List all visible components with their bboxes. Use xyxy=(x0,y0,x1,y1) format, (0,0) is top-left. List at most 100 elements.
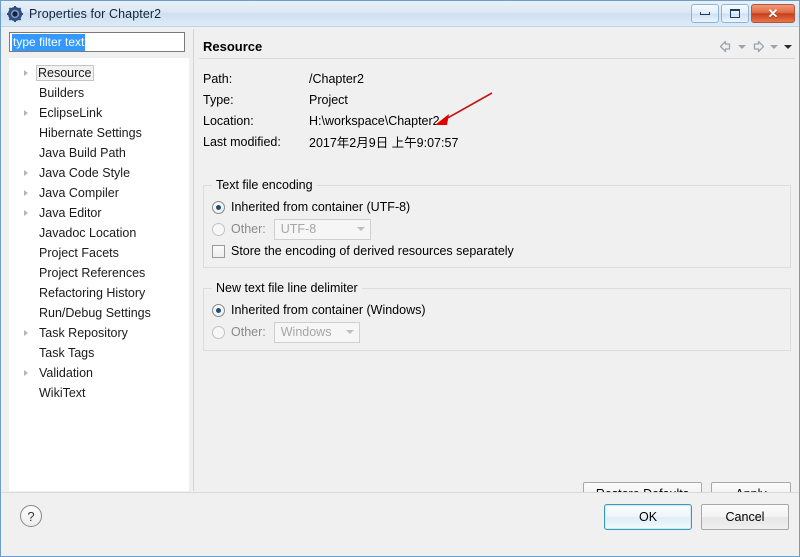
expand-triangle-icon[interactable] xyxy=(24,210,28,216)
resource-properties: Path: /Chapter2 Type: Project Location: H:\wo… xyxy=(203,68,458,152)
view-menu-chevron-down-icon[interactable] xyxy=(782,40,793,54)
tree-item-run-debug-settings[interactable]: Run/Debug Settings xyxy=(9,303,189,323)
encoding-inherited-radio[interactable] xyxy=(212,200,225,214)
tree-item-label: WikiText xyxy=(39,386,86,400)
tree-item-task-repository[interactable]: Task Repository xyxy=(9,323,189,343)
property-value: Project xyxy=(309,92,348,107)
property-label: Type: xyxy=(203,92,234,107)
text-file-encoding-legend: Text file encoding xyxy=(212,178,317,192)
pane-divider xyxy=(193,29,194,491)
tree-item-label: Builders xyxy=(39,86,85,100)
tree-item-project-references[interactable]: Project References xyxy=(9,263,189,283)
property-label: Path: xyxy=(203,71,233,86)
forward-arrow-icon[interactable] xyxy=(750,39,765,54)
delimiter-other-row[interactable]: Other: Windows xyxy=(212,321,790,343)
encoding-select-value: UTF-8 xyxy=(280,222,317,236)
store-derived-checkbox[interactable] xyxy=(212,244,225,258)
tree-item-java-editor[interactable]: Java Editor xyxy=(9,203,189,223)
maximize-button[interactable] xyxy=(721,4,749,23)
encoding-other-row[interactable]: Other: UTF-8 xyxy=(212,218,790,240)
tree-item-label: Java Code Style xyxy=(39,166,131,180)
filter-input-value: type filter text xyxy=(12,33,86,51)
expand-triangle-icon[interactable] xyxy=(24,110,28,116)
delimiter-select[interactable]: Windows xyxy=(273,321,360,343)
dialog-body: type filter text Resource Builders Eclipse… xyxy=(1,27,799,520)
back-arrow-icon[interactable] xyxy=(718,39,733,54)
expand-triangle-icon[interactable] xyxy=(24,190,28,196)
tree-item-resource[interactable]: Resource xyxy=(9,63,189,83)
back-dropdown-chevron-down-icon[interactable] xyxy=(736,40,747,54)
tree-item-hibernate-settings[interactable]: Hibernate Settings xyxy=(9,123,189,143)
window-controls: ✕ xyxy=(691,4,795,23)
tree-item-label: Project References xyxy=(39,266,146,280)
tree-item-project-facets[interactable]: Project Facets xyxy=(9,243,189,263)
gear-icon xyxy=(7,5,23,22)
footer-button-bar: OK Cancel xyxy=(604,504,789,530)
expand-triangle-icon[interactable] xyxy=(24,70,28,76)
expand-triangle-icon[interactable] xyxy=(24,370,28,376)
line-delimiter-legend: New text file line delimiter xyxy=(212,281,362,295)
encoding-other-label: Other: xyxy=(231,222,266,236)
delimiter-other-label: Other: xyxy=(231,325,266,339)
delimiter-inherited-row[interactable]: Inherited from container (Windows) xyxy=(212,299,790,321)
property-value: /Chapter2 xyxy=(309,71,364,86)
tree-item-java-compiler[interactable]: Java Compiler xyxy=(9,183,189,203)
window-title: Properties for Chapter2 xyxy=(29,6,162,21)
encoding-select-chevron-down-icon xyxy=(353,227,370,231)
tree-item-java-code-style[interactable]: Java Code Style xyxy=(9,163,189,183)
cancel-button[interactable]: Cancel xyxy=(701,504,789,530)
store-derived-label: Store the encoding of derived resources … xyxy=(231,244,514,258)
page-title: Resource xyxy=(203,38,263,54)
close-icon: ✕ xyxy=(767,6,779,21)
tree-item-label: Task Repository xyxy=(39,326,128,340)
maximize-icon xyxy=(730,9,740,18)
tree-item-label: Task Tags xyxy=(39,346,95,360)
help-icon[interactable]: ? xyxy=(20,505,42,527)
left-pane: type filter text Resource Builders Eclipse… xyxy=(9,32,189,491)
expand-triangle-icon[interactable] xyxy=(24,170,28,176)
tree-item-label: Refactoring History xyxy=(39,286,146,300)
properties-dialog-window: Properties for Chapter2 ✕ type filter te… xyxy=(0,0,800,557)
minimize-icon xyxy=(700,12,710,15)
tree-item-label: EclipseLink xyxy=(39,106,103,120)
property-row: Location: H:\workspace\Chapter2 xyxy=(203,110,458,131)
tree-item-task-tags[interactable]: Task Tags xyxy=(9,343,189,363)
tree-item-refactoring-history[interactable]: Refactoring History xyxy=(9,283,189,303)
encoding-other-radio[interactable] xyxy=(212,222,225,236)
tree-item-java-build-path[interactable]: Java Build Path xyxy=(9,143,189,163)
close-button[interactable]: ✕ xyxy=(751,4,795,23)
header-separator xyxy=(199,58,795,59)
filter-input[interactable]: type filter text xyxy=(9,32,185,52)
delimiter-inherited-radio[interactable] xyxy=(212,303,225,317)
store-derived-row[interactable]: Store the encoding of derived resources … xyxy=(212,240,790,262)
forward-dropdown-chevron-down-icon[interactable] xyxy=(768,40,779,54)
settings-tree[interactable]: Resource Builders EclipseLink Hibernate Set… xyxy=(9,58,189,491)
property-value: H:\workspace\Chapter2 xyxy=(309,113,440,128)
tree-item-label: Resource xyxy=(36,65,94,81)
minimize-button[interactable] xyxy=(691,4,719,23)
property-row: Last modified: 2017年2月9日 上午9:07:57 xyxy=(203,131,458,152)
title-bar: Properties for Chapter2 ✕ xyxy=(1,1,799,27)
ok-button[interactable]: OK xyxy=(604,504,692,530)
line-delimiter-group: New text file line delimiter Inherited f… xyxy=(203,281,791,351)
delimiter-select-chevron-down-icon xyxy=(342,330,359,334)
tree-item-label: Java Compiler xyxy=(39,186,119,200)
tree-item-validation[interactable]: Validation xyxy=(9,363,189,383)
expand-triangle-icon[interactable] xyxy=(24,330,28,336)
right-pane: Resource Path: /Chapter2 Type: Project L… xyxy=(197,27,795,506)
delimiter-other-radio[interactable] xyxy=(212,325,225,339)
encoding-inherited-row[interactable]: Inherited from container (UTF-8) xyxy=(212,196,790,218)
tree-item-label: Hibernate Settings xyxy=(39,126,142,140)
tree-item-eclipselink[interactable]: EclipseLink xyxy=(9,103,189,123)
tree-item-wikitext[interactable]: WikiText xyxy=(9,383,189,403)
tree-item-javadoc-location[interactable]: Javadoc Location xyxy=(9,223,189,243)
page-header: Resource xyxy=(197,27,795,59)
property-label: Last modified: xyxy=(203,134,281,149)
tree-item-label: Javadoc Location xyxy=(39,226,137,240)
tree-item-builders[interactable]: Builders xyxy=(9,83,189,103)
delimiter-select-value: Windows xyxy=(280,325,332,339)
dialog-footer: ? OK Cancel xyxy=(1,492,799,556)
delimiter-inherited-label: Inherited from container (Windows) xyxy=(231,303,426,317)
tree-item-label: Validation xyxy=(39,366,93,380)
encoding-select[interactable]: UTF-8 xyxy=(273,218,371,240)
